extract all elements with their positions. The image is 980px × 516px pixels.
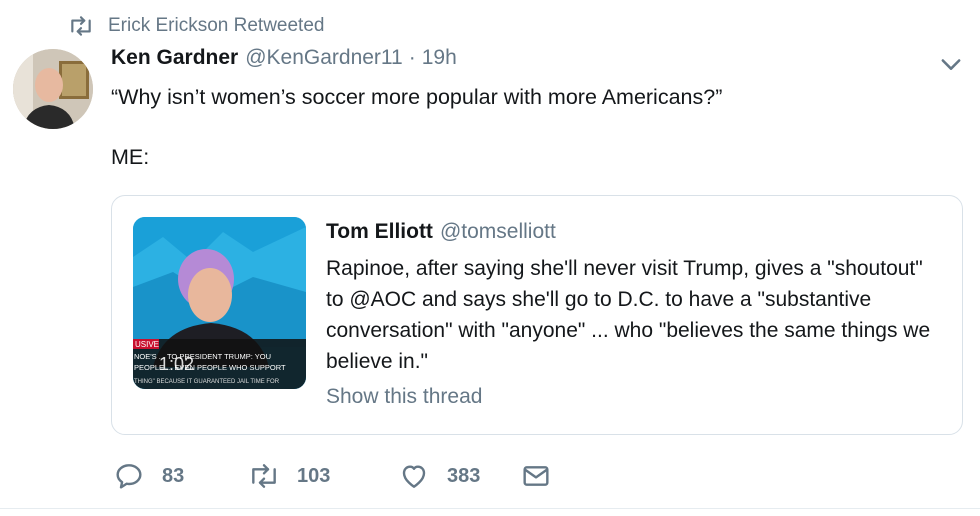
reply-count: 83 <box>162 464 185 487</box>
retweet-button[interactable]: 103 <box>248 460 398 492</box>
retweet-count: 103 <box>297 464 331 487</box>
quoted-author-handle[interactable]: @tomselliott <box>440 220 556 244</box>
retweet-icon <box>71 16 91 36</box>
retweet-notice-text: Erick Erickson Retweeted <box>108 15 325 36</box>
divider <box>0 508 980 509</box>
avatar[interactable] <box>13 49 93 129</box>
retweet-icon <box>252 464 276 488</box>
reply-icon <box>116 464 142 489</box>
quoted-tweet-header: Tom Elliott @tomselliott <box>326 220 556 244</box>
separator-dot: · <box>408 46 416 69</box>
quoted-tweet[interactable]: USIVE NOE'S ... TO PRESIDENT TRUMP: YOU … <box>111 195 963 435</box>
tweet-header: Ken Gardner @KenGardner11 · 19h <box>111 46 457 70</box>
envelope-icon <box>523 466 549 486</box>
retweet-notice[interactable]: Erick Erickson Retweeted <box>68 13 324 39</box>
media-badge: USIVE <box>135 340 159 349</box>
author-handle[interactable]: @KenGardner11 <box>245 46 403 70</box>
quoted-video-thumbnail[interactable]: USIVE NOE'S ... TO PRESIDENT TRUMP: YOU … <box>133 217 306 389</box>
quoted-tweet-text: Rapinoe, after saying she'll never visit… <box>326 257 931 373</box>
direct-message-button[interactable] <box>520 460 552 492</box>
media-ticker-line: NOE'S ... TO PRESIDENT TRUMP: YOU <box>134 352 271 361</box>
reply-button[interactable]: 83 <box>113 460 248 492</box>
tweet-actions: 83 103 383 <box>113 460 552 492</box>
chevron-down-icon[interactable] <box>937 50 965 78</box>
heart-icon <box>402 465 426 488</box>
media-ticker-line: THING" BECAUSE IT GUARANTEED JAIL TIME F… <box>134 379 280 385</box>
quoted-author-name[interactable]: Tom Elliott <box>326 220 433 244</box>
media-ticker-line: PEOPLE ... EVEN PEOPLE WHO SUPPORT <box>134 363 286 372</box>
like-button[interactable]: 383 <box>398 460 520 492</box>
tweet-text-line: “Why isn’t women’s soccer more popular w… <box>111 85 723 109</box>
author-name[interactable]: Ken Gardner <box>111 46 238 70</box>
video-timer: 1:02 <box>159 354 194 374</box>
tweet-timestamp[interactable]: 19h <box>422 46 457 70</box>
show-thread-link[interactable]: Show this thread <box>326 385 482 409</box>
tweet-text-line: ME: <box>111 145 150 169</box>
like-count: 383 <box>447 464 481 487</box>
tweet-text: “Why isn’t women’s soccer more popular w… <box>111 82 722 172</box>
